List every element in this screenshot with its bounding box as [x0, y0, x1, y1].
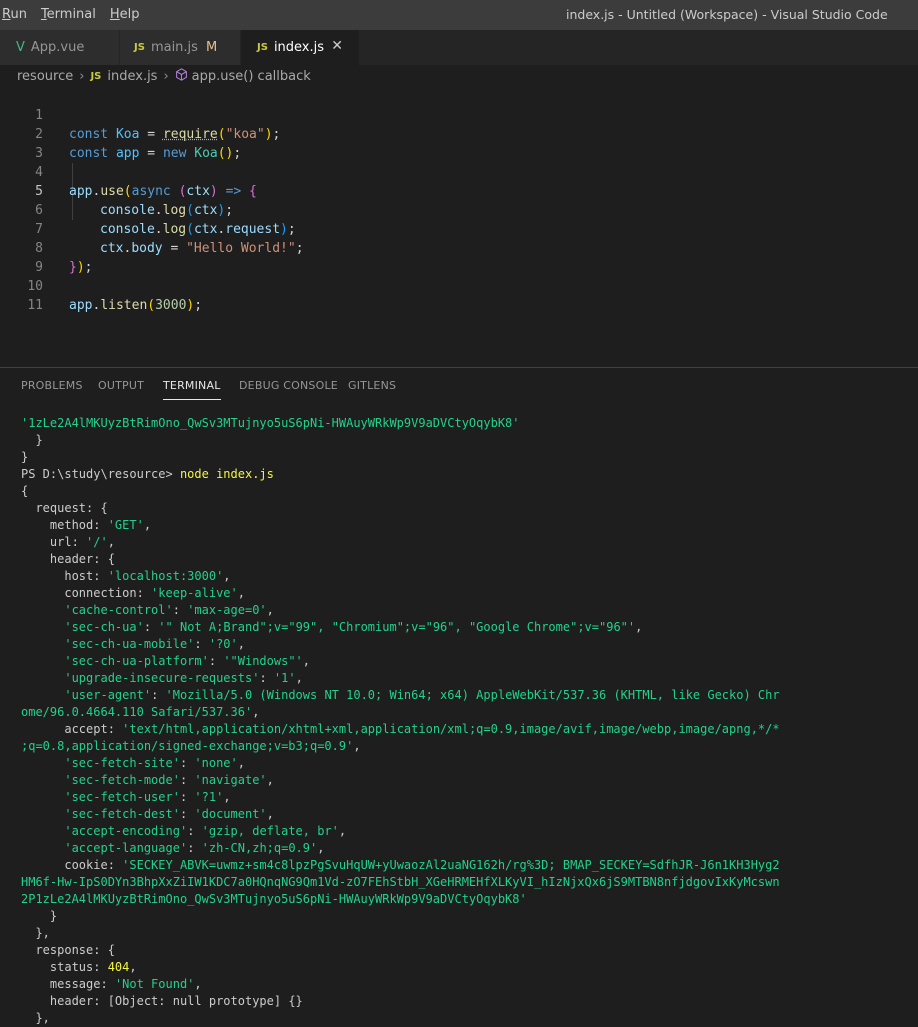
menu-run[interactable]: Run [0, 0, 32, 30]
terminal-line: method: 'GET', [21, 518, 152, 532]
terminal-line: ;q=0.8,application/signed-exchange;v=b3;… [21, 739, 361, 753]
terminal-output[interactable]: '1zLe2A4lMKUyzBtRimOno_QwSv3MTujnyo5uS6p… [21, 415, 911, 1027]
tab-label: index.js [273, 40, 325, 55]
terminal-line: connection: 'keep-alive', [21, 586, 245, 600]
close-icon[interactable]: ✕ [331, 38, 343, 54]
tab-debug-console[interactable]: DEBUG CONSOLE [239, 379, 338, 392]
code-line: 5 console.log(ctx); [0, 163, 918, 218]
terminal-command: node index.js [179, 467, 274, 481]
code-line: 10 app.listen(3000); [0, 258, 918, 313]
code-line: 1 const Koa = require("koa"); [0, 87, 918, 142]
terminal-line: HM6f-Hw-IpS0DYn3BhpXxZiIW1KDC7a0HQnqNG9Q… [21, 875, 780, 889]
tab-index-js[interactable]: JS index.js ✕ [241, 30, 360, 65]
terminal-line: url: '/', [21, 535, 115, 549]
chevron-right-icon: › [163, 68, 169, 84]
tab-output[interactable]: OUTPUT [98, 379, 144, 392]
terminal-line: '1zLe2A4lMKUyzBtRimOno_QwSv3MTujnyo5uS6p… [21, 416, 520, 430]
terminal-line: 'sec-fetch-site': 'none', [64, 756, 245, 770]
panel-tab-bar: PROBLEMS OUTPUT TERMINAL DEBUG CONSOLE G… [0, 368, 918, 403]
terminal-line: 'cache-control': 'max-age=0', [64, 603, 274, 617]
terminal-line: request: { [21, 501, 108, 515]
code-line: 9 [0, 239, 918, 275]
chevron-right-icon: › [79, 68, 85, 84]
terminal-line: 2P1zLe2A4lMKUyzBtRimOno_QwSv3MTujnyo5uS6… [21, 892, 527, 906]
js-icon: JS [257, 42, 268, 53]
terminal-line: } [21, 450, 29, 464]
tab-app-vue[interactable]: V App.vue [0, 30, 120, 65]
vue-icon: V [16, 40, 25, 55]
code-line: 2 const app = new Koa(); [0, 106, 918, 161]
code-line: 8 }); [0, 220, 918, 275]
code-line: 7 ctx.body = "Hello World!"; [0, 201, 918, 256]
terminal-line: 'sec-fetch-mode': 'navigate', [64, 773, 274, 787]
code-line: 3 [0, 125, 918, 161]
terminal-line: response: { [21, 943, 115, 957]
editor-tab-bar: V App.vue JS main.js M JS index.js ✕ [0, 30, 918, 65]
tab-problems[interactable]: PROBLEMS [21, 379, 83, 392]
code-line: 11 [0, 277, 918, 313]
terminal-line: accept: 'text/html,application/xhtml+xml… [21, 722, 780, 736]
terminal-line: { [21, 484, 29, 498]
terminal-line: status: 404, [21, 960, 137, 974]
terminal-line: } [21, 909, 58, 923]
code-line: 6 console.log(ctx.request); [0, 182, 918, 237]
terminal-line: 'sec-fetch-user': '?1', [64, 790, 231, 804]
terminal-line: }, [21, 926, 50, 940]
terminal-line: header: [Object: null prototype] {} [21, 994, 303, 1008]
method-cube-icon [175, 67, 188, 85]
code-line: 4 app.use(async (ctx) => { [0, 144, 918, 199]
terminal-line: 'accept-language': 'zh-CN,zh;q=0.9', [64, 841, 325, 855]
terminal-line: header: { [21, 552, 115, 566]
terminal-line: message: 'Not Found', [21, 977, 202, 991]
terminal-line: cookie: 'SECKEY_ABVK=uwmz+sm4c8lpzPgSvuH… [21, 858, 780, 872]
terminal-line: 'upgrade-insecure-requests': '1', [64, 671, 303, 685]
terminal-line: 'sec-ch-ua-platform': '"Windows"', [64, 654, 311, 668]
terminal-line: 'user-agent': 'Mozilla/5.0 (Windows NT 1… [64, 688, 780, 702]
tab-label: App.vue [30, 40, 85, 55]
menu-help[interactable]: Help [105, 0, 145, 30]
terminal-line: 'sec-ch-ua': '" Not A;Brand";v="99", "Ch… [64, 620, 643, 634]
code-editor[interactable]: 1 const Koa = require("koa"); 2 const ap… [0, 87, 918, 367]
js-icon: JS [90, 70, 102, 82]
terminal-line: ome/96.0.4664.110 Safari/537.36', [21, 705, 260, 719]
tab-main-js[interactable]: JS main.js M [120, 30, 241, 65]
bottom-panel: PROBLEMS OUTPUT TERMINAL DEBUG CONSOLE G… [0, 367, 918, 1025]
window-title: index.js - Untitled (Workspace) - Visual… [566, 7, 888, 22]
line-number: 11 [27, 298, 43, 313]
terminal-line: } [21, 433, 43, 447]
tab-label: main.js [150, 40, 198, 55]
menu-terminal[interactable]: Terminal [36, 0, 101, 30]
tab-gitlens[interactable]: GITLENS [348, 379, 396, 392]
terminal-line: 'sec-fetch-dest': 'document', [64, 807, 274, 821]
modified-badge: M [205, 40, 218, 55]
tab-terminal[interactable]: TERMINAL [163, 379, 221, 400]
breadcrumb: resource › JS index.js › app.use() callb… [0, 65, 918, 87]
terminal-line: 'sec-ch-ua-mobile': '?0', [64, 637, 245, 651]
terminal-prompt-line: PS D:\study\resource> node index.js [21, 466, 911, 483]
breadcrumb-folder[interactable]: resource [17, 69, 73, 84]
terminal-line: 'accept-encoding': 'gzip, deflate, br', [64, 824, 347, 838]
title-bar: Run Terminal Help index.js - Untitled (W… [0, 0, 918, 30]
breadcrumb-file[interactable]: index.js [107, 69, 157, 84]
js-icon: JS [134, 42, 145, 53]
terminal-prompt: PS D:\study\resource> [21, 467, 180, 481]
menu-bar: Run Terminal Help [0, 0, 149, 30]
breadcrumb-symbol[interactable]: app.use() callback [192, 69, 311, 84]
terminal-line: host: 'localhost:3000', [21, 569, 231, 583]
